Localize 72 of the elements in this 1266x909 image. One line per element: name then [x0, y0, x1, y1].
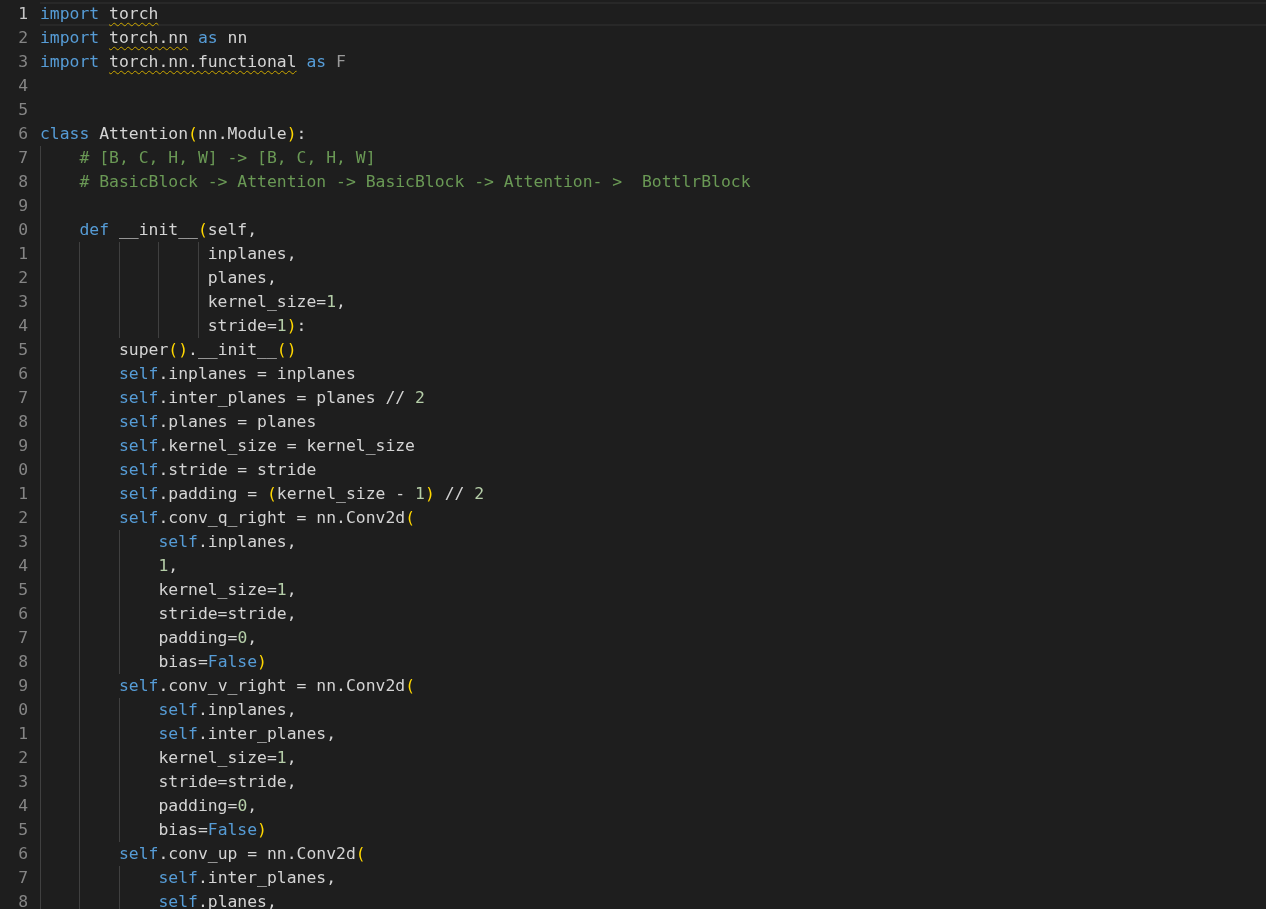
- line-number: 7: [17, 387, 28, 409]
- line-number: 0: [17, 219, 28, 241]
- line-number: 7: [17, 627, 28, 649]
- line-number: 9: [17, 435, 28, 457]
- code-line: kernel_size=1,: [40, 746, 1266, 770]
- code-line: stride=stride,: [40, 602, 1266, 626]
- code-line: planes,: [40, 266, 1266, 290]
- code-line: self.conv_up = nn.Conv2d(: [40, 842, 1266, 866]
- code-line: import torch.nn.functional as F: [40, 51, 347, 73]
- line-number: 8: [17, 171, 28, 193]
- code-line: self.planes = planes: [40, 410, 1266, 434]
- code-line: padding=0,: [40, 794, 1266, 818]
- line-number: 0: [17, 459, 28, 481]
- line-number: 1: [17, 243, 28, 265]
- line-number: 5: [17, 339, 28, 361]
- code-line: bias=False): [40, 818, 1266, 842]
- code-line: kernel_size=1,: [40, 578, 1266, 602]
- code-line: bias=False): [40, 650, 1266, 674]
- line-number: 8: [17, 411, 28, 433]
- code-line: class Attention(nn.Module):: [40, 123, 308, 145]
- code-line: 1,: [40, 554, 1266, 578]
- code-line: self.kernel_size = kernel_size: [40, 434, 1266, 458]
- line-number: 6: [17, 603, 28, 625]
- code-line: import torch.nn as nn: [40, 27, 249, 49]
- line-number: 1: [17, 3, 28, 25]
- line-number: 5: [17, 579, 28, 601]
- code-line: self.inplanes,: [40, 698, 1266, 722]
- code-line: # BasicBlock -> Attention -> BasicBlock -> Attention- > BottlrBlock: [40, 170, 1266, 194]
- line-number: 6: [17, 363, 28, 385]
- code-line: self.conv_q_right = nn.Conv2d(: [40, 506, 1266, 530]
- line-number: 9: [17, 675, 28, 697]
- line-number: 6: [17, 843, 28, 865]
- code-line: stride=1):: [40, 314, 1266, 338]
- line-number: 2: [17, 267, 28, 289]
- line-number: 4: [17, 75, 28, 97]
- code-line: import torch: [40, 2, 1266, 26]
- line-number: 7: [17, 867, 28, 889]
- code-line: self.inplanes = inplanes: [40, 362, 1266, 386]
- line-number: 3: [17, 51, 28, 73]
- code-line: self.padding = (kernel_size - 1) // 2: [40, 482, 1266, 506]
- code-line: self.inter_planes,: [40, 866, 1266, 890]
- code-line: self.inplanes,: [40, 530, 1266, 554]
- code-line: super().__init__(): [40, 338, 1266, 362]
- line-number: 3: [17, 531, 28, 553]
- line-number: 3: [17, 771, 28, 793]
- line-number: 4: [17, 555, 28, 577]
- line-number: 1: [17, 483, 28, 505]
- code-line: inplanes,: [40, 242, 1266, 266]
- line-number: 2: [17, 747, 28, 769]
- line-number: 0: [17, 699, 28, 721]
- line-number: 5: [17, 819, 28, 841]
- code-line: def __init__(self,: [40, 218, 1266, 242]
- code-line: padding=0,: [40, 626, 1266, 650]
- line-number: 2: [17, 27, 28, 49]
- line-number: 7: [17, 147, 28, 169]
- line-number: 8: [17, 891, 28, 909]
- code-line: self.conv_v_right = nn.Conv2d(: [40, 674, 1266, 698]
- line-number: 6: [17, 123, 28, 145]
- line-number: 5: [17, 99, 28, 121]
- code-line: stride=stride,: [40, 770, 1266, 794]
- line-number: 8: [17, 651, 28, 673]
- code-line: self.stride = stride: [40, 458, 1266, 482]
- code-line: kernel_size=1,: [40, 290, 1266, 314]
- line-number: 3: [17, 291, 28, 313]
- line-number: 4: [17, 795, 28, 817]
- line-number: 1: [17, 723, 28, 745]
- line-number: 2: [17, 507, 28, 529]
- code-line: self.inter_planes = planes // 2: [40, 386, 1266, 410]
- line-number: 4: [17, 315, 28, 337]
- line-number: 9: [17, 195, 28, 217]
- code-line: self.inter_planes,: [40, 722, 1266, 746]
- code-line: # [B, C, H, W] -> [B, C, H, W]: [40, 146, 1266, 170]
